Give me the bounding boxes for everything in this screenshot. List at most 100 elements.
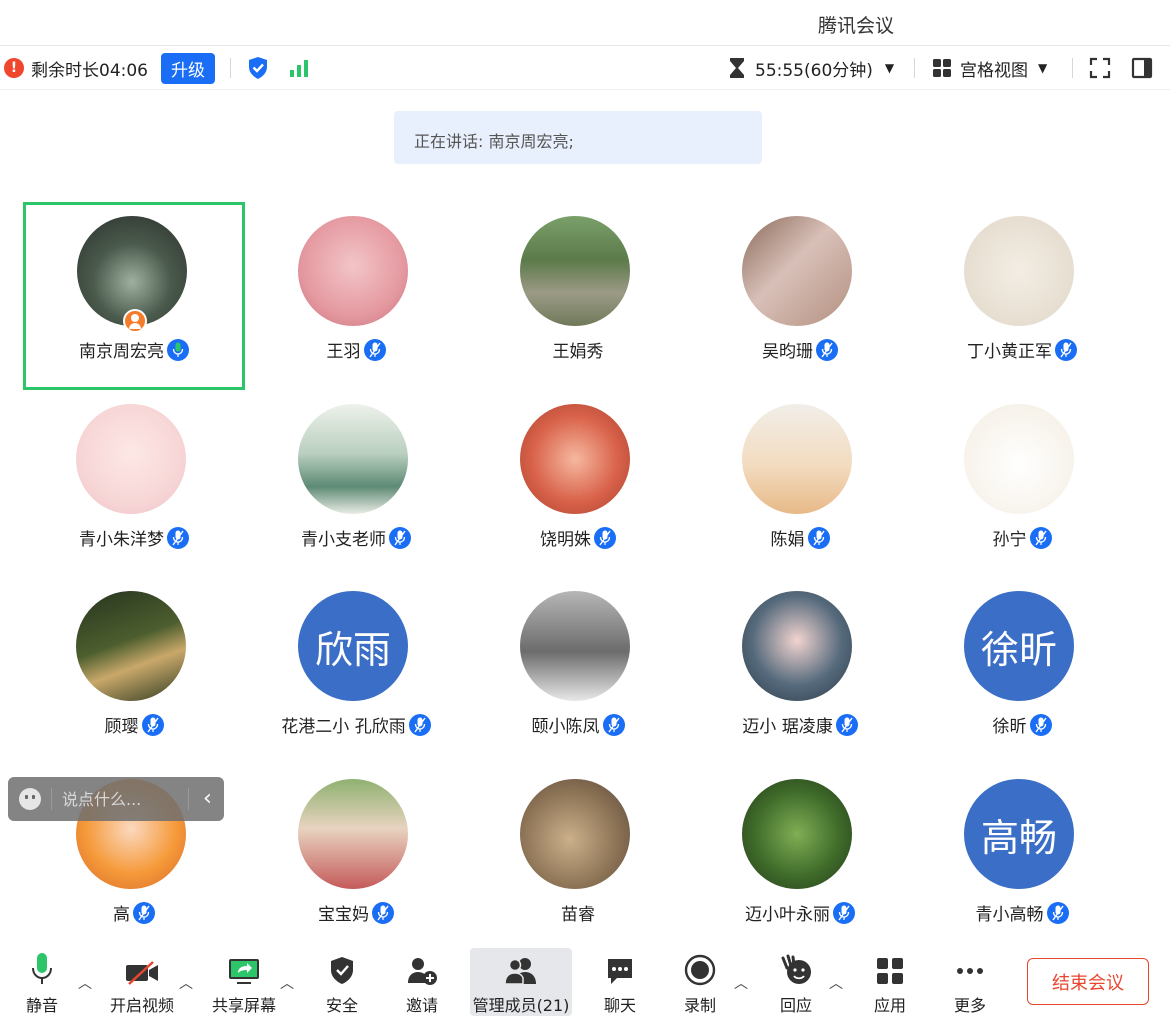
invite-button[interactable]: 邀请 [400, 948, 444, 1016]
chevron-up-icon[interactable]: ︿ [829, 973, 843, 993]
divider [230, 58, 231, 78]
participant-name-row: 高 [23, 900, 245, 925]
participant-name: 高 [113, 905, 130, 925]
participant-tile[interactable]: 南京周宏亮 [23, 202, 245, 390]
participant-name: 顾璎 [104, 717, 139, 737]
participant-name-row: 花港二小 孔欣雨 [245, 712, 467, 737]
participant-name: 苗睿 [561, 905, 595, 925]
grid-icon [933, 59, 951, 77]
participant-name: 吴昀珊 [762, 342, 813, 362]
mic-muted-icon [372, 901, 394, 924]
participant-name-row: 青小高畅 [911, 900, 1133, 925]
upgrade-button[interactable]: 升级 [161, 52, 215, 84]
shield-check-icon [249, 57, 267, 79]
apps-button[interactable]: 应用 [868, 948, 912, 1016]
timer-text: 55:55(60分钟) [755, 60, 873, 81]
participant-tile[interactable]: 孙宁 [911, 390, 1133, 578]
participant-tile[interactable]: 迈小 琚凌康 [689, 577, 911, 765]
participant-tile[interactable]: 王羽 [245, 202, 467, 390]
end-meeting-button[interactable]: 结束会议 [1027, 958, 1149, 1005]
participant-name-row: 王羽 [245, 337, 467, 362]
window-titlebar: 腾讯会议 [0, 0, 1170, 46]
avatar [520, 216, 630, 326]
divider [188, 788, 189, 810]
participant-tile[interactable]: 颐小陈凤 [467, 577, 689, 765]
start-video-button[interactable]: 开启视频 [104, 948, 180, 1016]
record-button[interactable]: 录制 [678, 948, 722, 1016]
avatar [742, 779, 852, 889]
participant-name-row: 丁小黄正军 [911, 337, 1133, 362]
fullscreen-icon[interactable] [1089, 46, 1111, 90]
participant-tile[interactable]: 饶明姝 [467, 390, 689, 578]
more-button[interactable]: 更多 [948, 948, 992, 1016]
mic-icon [32, 953, 52, 984]
chat-input[interactable] [62, 789, 180, 809]
window-title: 腾讯会议 [818, 15, 895, 37]
participant-tile[interactable]: 顾璎 [23, 577, 245, 765]
mic-muted-icon [816, 338, 838, 361]
record-label: 录制 [683, 996, 716, 1015]
avatar [298, 404, 408, 514]
participant-tile[interactable]: 宝宝妈 [245, 765, 467, 953]
participant-name: 陈娟 [770, 530, 805, 550]
avatar [298, 216, 408, 326]
chevron-up-icon[interactable]: ︿ [734, 973, 748, 993]
mute-label: 静音 [25, 996, 58, 1015]
sidebar-icon[interactable] [1131, 46, 1153, 90]
meeting-timer[interactable]: 55:55(60分钟) ▼ [728, 46, 894, 90]
meeting-topbar: ! 剩余时长04:06 升级 55:55(60分钟) ▼ 宫格视图 ▼ [0, 46, 1170, 90]
participant-name-row: 颐小陈凤 [467, 712, 689, 737]
avatar [520, 404, 630, 514]
react-button[interactable]: 回应 [774, 948, 818, 1016]
participant-tile[interactable]: 吴昀珊 [689, 202, 911, 390]
chevron-up-icon[interactable]: ︿ [78, 973, 92, 993]
chevron-left-icon[interactable]: ‹ [203, 788, 212, 810]
participant-tile[interactable]: 苗睿 [467, 765, 689, 953]
mic-muted-icon [1046, 901, 1069, 924]
participant-name-row: 陈娟 [689, 525, 911, 550]
video-off-icon [126, 961, 158, 985]
divider [1072, 58, 1073, 78]
participant-name-row: 吴昀珊 [689, 337, 911, 362]
chevron-up-icon[interactable]: ︿ [179, 973, 193, 993]
mic-muted-icon [1029, 526, 1052, 549]
participant-tile[interactable]: 王娟秀 [467, 202, 689, 390]
participant-name: 迈小叶永丽 [745, 905, 830, 925]
shield-icon [331, 957, 353, 984]
mic-muted-icon [833, 901, 855, 924]
participant-tile[interactable]: 徐昕 徐昕 [911, 577, 1133, 765]
chat-button[interactable]: 聊天 [598, 948, 642, 1016]
share-screen-button[interactable]: 共享屏幕 [206, 948, 282, 1016]
participant-tile[interactable]: 丁小黄正军 [911, 202, 1133, 390]
participant-name-row: 苗睿 [467, 900, 689, 925]
participant-tile[interactable]: 迈小叶永丽 [689, 765, 911, 953]
participant-tile[interactable]: 陈娟 [689, 390, 911, 578]
security-label: 安全 [325, 996, 358, 1015]
security-button[interactable]: 安全 [320, 948, 364, 1016]
manage-members-button[interactable]: 管理成员(21) [470, 948, 572, 1016]
avatar [520, 591, 630, 701]
view-mode-selector[interactable]: 宫格视图 ▼ [932, 46, 1047, 90]
smile-icon[interactable] [19, 788, 41, 810]
add-user-icon [408, 958, 437, 985]
mute-button[interactable]: 静音 [18, 948, 66, 1016]
participant-tile[interactable]: 欣雨花港二小 孔欣雨 [245, 577, 467, 765]
mic-muted-icon [594, 526, 616, 549]
security-status-icon[interactable] [247, 46, 269, 90]
more-icon [957, 968, 983, 974]
participant-tile[interactable]: 青小朱洋梦 [23, 390, 245, 578]
participant-name-row: 顾璎 [23, 712, 245, 737]
avatar [742, 404, 852, 514]
signal-icon[interactable] [289, 46, 311, 90]
remaining-time-text: 剩余时长04:06 [31, 60, 148, 81]
apps-label: 应用 [873, 996, 906, 1015]
participant-tile[interactable]: 高畅 青小高畅 [911, 765, 1133, 953]
avatar: 徐昕 [964, 591, 1074, 701]
participant-name-row: 王娟秀 [467, 337, 689, 362]
avatar: 欣雨 [298, 591, 408, 701]
participant-tile[interactable]: 青小支老师 [245, 390, 467, 578]
video-label: 开启视频 [109, 996, 174, 1015]
mic-muted-icon [389, 526, 411, 549]
chevron-up-icon[interactable]: ︿ [280, 973, 294, 993]
participant-name-row: 迈小叶永丽 [689, 900, 911, 925]
